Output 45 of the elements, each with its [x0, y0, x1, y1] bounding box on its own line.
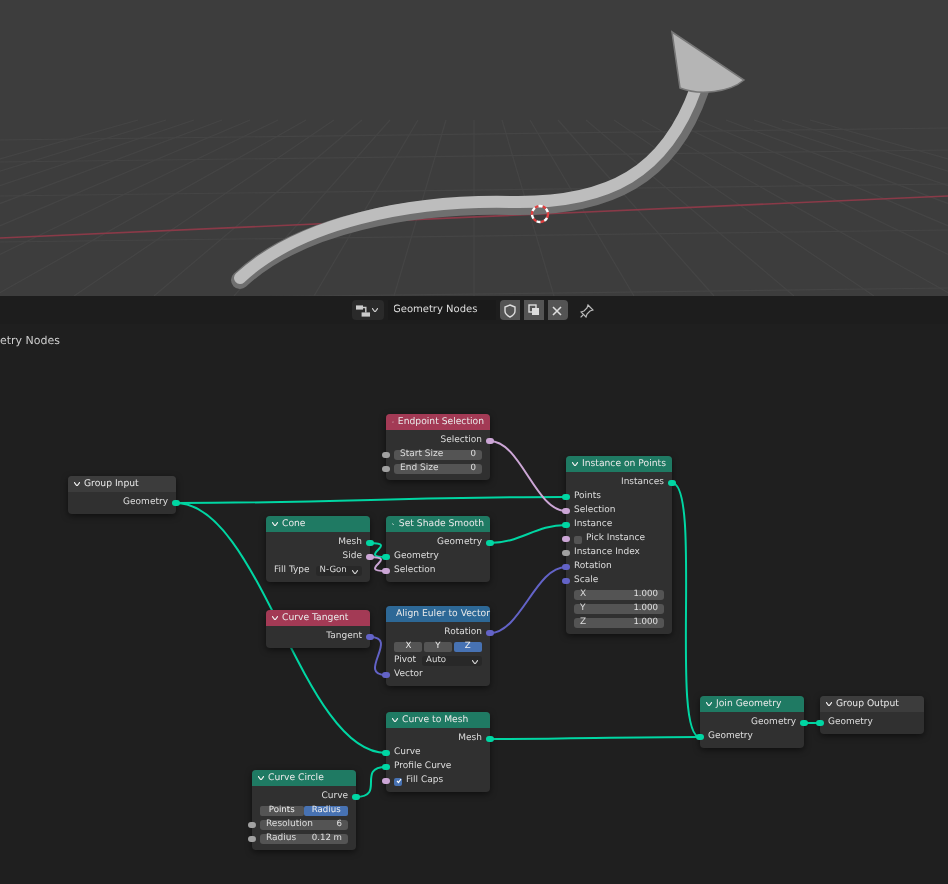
checkbox[interactable] [394, 777, 402, 785]
socket-icon[interactable] [562, 507, 570, 515]
socket-icon[interactable] [382, 465, 390, 473]
socket-icon[interactable] [800, 719, 808, 727]
socket-icon[interactable] [248, 821, 256, 829]
socket-icon[interactable] [562, 493, 570, 501]
socket-icon[interactable] [562, 521, 570, 529]
pin-button[interactable] [577, 300, 597, 320]
close-icon [552, 305, 562, 315]
socket-icon[interactable] [382, 749, 390, 757]
close-button[interactable] [547, 300, 567, 320]
shield-icon [503, 303, 515, 317]
socket-icon[interactable] [366, 539, 374, 547]
socket-icon[interactable] [486, 539, 494, 547]
node-link [489, 566, 567, 634]
socket-icon[interactable] [248, 835, 256, 843]
socket-icon[interactable] [382, 553, 390, 561]
socket-icon[interactable] [382, 777, 390, 785]
socket-icon[interactable] [668, 479, 676, 487]
fake-user-button[interactable] [499, 300, 519, 320]
socket-icon[interactable] [172, 499, 180, 507]
cursor-icon [530, 204, 550, 224]
socket-icon[interactable] [382, 763, 390, 771]
socket-icon[interactable] [562, 535, 570, 543]
socket-icon[interactable] [696, 733, 704, 741]
copy-icon [527, 304, 539, 316]
node-tree-icon [356, 303, 370, 317]
checkbox[interactable] [574, 535, 582, 543]
socket-icon[interactable] [486, 437, 494, 445]
socket-icon[interactable] [486, 735, 494, 743]
caret-icon [372, 308, 378, 312]
node-link [803, 722, 821, 724]
caret-icon [472, 659, 478, 663]
node-link [489, 524, 567, 544]
pin-icon [580, 303, 594, 317]
duplicate-button[interactable] [523, 300, 543, 320]
socket-icon[interactable] [382, 567, 390, 575]
editor-type-button[interactable] [351, 300, 383, 320]
caret-icon [352, 569, 358, 573]
socket-icon[interactable] [382, 451, 390, 459]
socket-icon[interactable] [352, 793, 360, 801]
node-link [355, 766, 387, 798]
socket-icon[interactable] [816, 719, 824, 727]
socket-icon[interactable] [562, 549, 570, 557]
socket-icon[interactable] [366, 553, 374, 561]
